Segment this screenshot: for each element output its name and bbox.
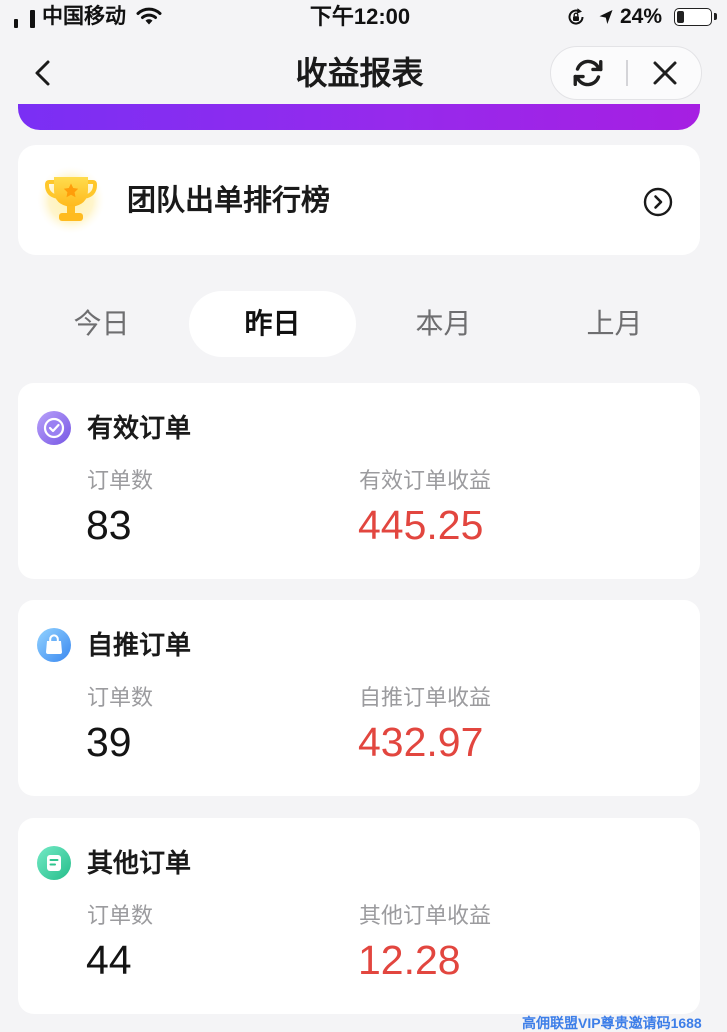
order-count-value: 39 <box>86 719 132 765</box>
status-time: 下午12:00 <box>309 4 411 29</box>
battery-nub <box>714 13 717 20</box>
self-promoted-orders-card: 自推订单 订单数 自推订单收益 39 432.97 <box>18 600 700 796</box>
tab-last-month[interactable]: 上月 <box>529 291 700 357</box>
income-label: 其他订单收益 <box>359 903 492 928</box>
income-value: 12.28 <box>358 937 461 983</box>
signal-icon <box>10 6 40 28</box>
back-button[interactable] <box>24 52 62 94</box>
valid-orders-card: 有效订单 订单数 有效订单收益 83 445.25 <box>18 383 700 579</box>
mini-program-capsule <box>550 46 702 100</box>
shopping-bag-icon <box>36 627 72 663</box>
battery-level-fill <box>677 11 684 23</box>
tab-label: 上月 <box>586 308 643 339</box>
income-label: 有效订单收益 <box>359 468 492 493</box>
income-value: 432.97 <box>358 719 484 765</box>
order-count-value: 44 <box>86 937 132 983</box>
tab-today[interactable]: 今日 <box>16 291 187 357</box>
page-title: 收益报表 <box>295 55 424 91</box>
team-ranking-label: 团队出单排行榜 <box>127 185 331 217</box>
tab-yesterday[interactable]: 昨日 <box>187 291 358 357</box>
orientation-lock-icon <box>566 7 586 27</box>
other-orders-card: 其他订单 订单数 其他订单收益 44 12.28 <box>18 818 700 1014</box>
capsule-divider <box>626 60 628 86</box>
tab-this-month[interactable]: 本月 <box>358 291 529 357</box>
card-title: 自推订单 <box>87 630 192 660</box>
order-count-value: 83 <box>86 502 132 548</box>
close-button[interactable] <box>633 47 697 98</box>
document-icon <box>36 845 72 881</box>
trophy-icon <box>36 165 106 235</box>
period-tabs: 今日 昨日 本月 上月 <box>16 291 700 357</box>
refresh-button[interactable] <box>556 47 620 98</box>
battery-icon <box>674 8 717 26</box>
check-badge-icon <box>36 410 72 446</box>
order-count-label: 订单数 <box>87 468 154 493</box>
purple-banner-edge[interactable] <box>18 104 700 130</box>
income-value: 445.25 <box>358 502 484 548</box>
chevron-left-icon <box>35 60 50 86</box>
order-count-label: 订单数 <box>87 685 154 710</box>
close-icon <box>653 61 677 84</box>
team-ranking-card[interactable]: 团队出单排行榜 <box>18 145 700 255</box>
battery-percent: 24% <box>620 5 663 28</box>
tab-label: 昨日 <box>244 308 301 339</box>
tab-label: 本月 <box>415 308 472 339</box>
card-title: 有效订单 <box>87 413 192 443</box>
wifi-icon <box>136 6 162 26</box>
card-title: 其他订单 <box>87 848 192 878</box>
tab-label: 今日 <box>73 308 130 339</box>
watermark: 高佣联盟VIP尊贵邀请码1688 <box>522 1014 727 1032</box>
chevron-right-circle-icon[interactable] <box>642 186 674 218</box>
location-icon <box>598 8 614 26</box>
carrier-name: 中国移动 <box>42 5 126 28</box>
watermark-text: 高佣联盟VIP尊贵邀请码1688 <box>522 1015 702 1031</box>
refresh-icon <box>573 59 603 86</box>
order-count-label: 订单数 <box>87 903 154 928</box>
status-bar: 中国移动 下午12:00 24% <box>0 0 727 38</box>
income-label: 自推订单收益 <box>359 685 492 710</box>
